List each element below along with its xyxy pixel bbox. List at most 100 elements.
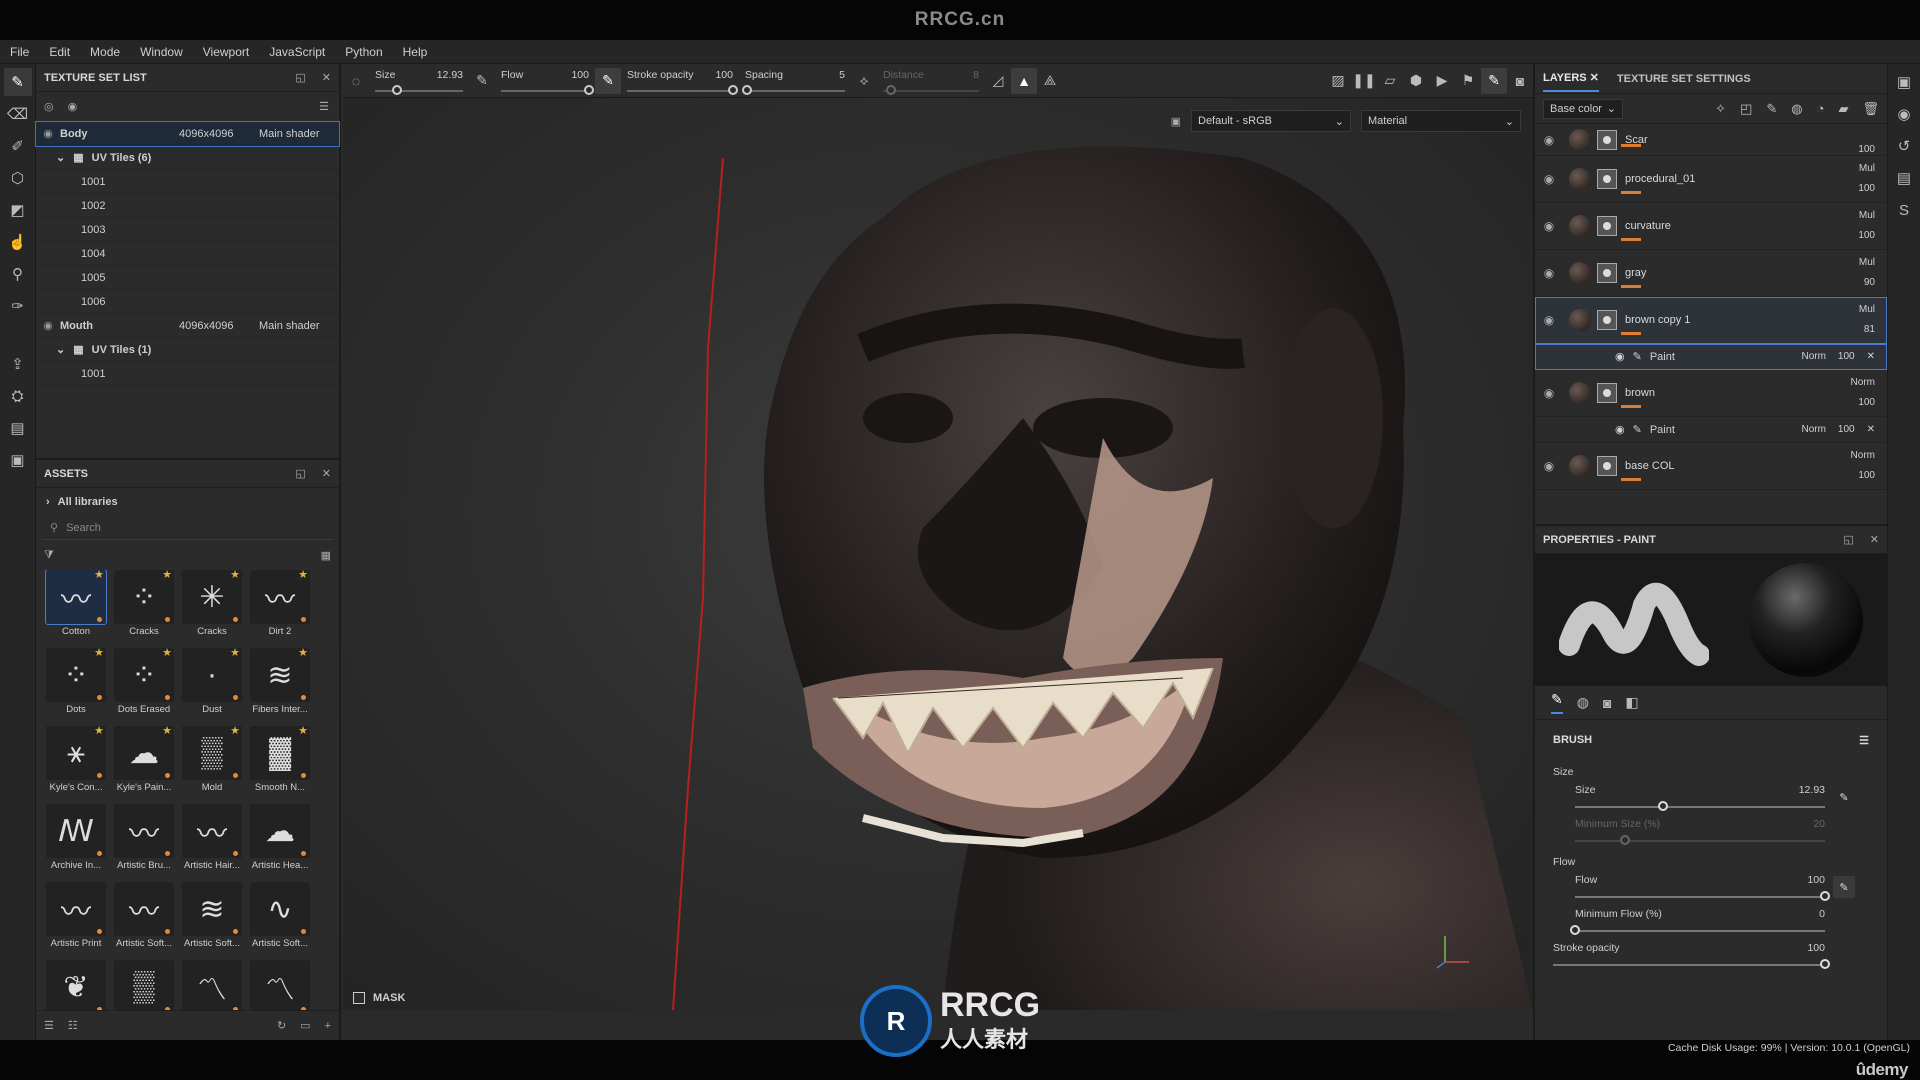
brush-shape-icon[interactable]: ◌ xyxy=(343,68,369,94)
menu-help[interactable]: Help xyxy=(403,45,428,59)
sublayer-row[interactable]: ◉ ✎ Paint Norm 100 ✕ xyxy=(1535,344,1887,370)
menu-edit[interactable]: Edit xyxy=(49,45,70,59)
pen-pressure-icon[interactable]: ✎ xyxy=(469,68,495,94)
menu-window[interactable]: Window xyxy=(140,45,183,59)
close-panel-icon[interactable]: ✕ xyxy=(322,71,331,84)
paint-mode-icon[interactable]: ✎ xyxy=(1481,67,1507,94)
iray-icon[interactable]: ⚑ xyxy=(1455,68,1481,94)
float-panel-icon[interactable]: ◱ xyxy=(295,71,305,84)
layer-blend[interactable]: Norm 100 xyxy=(1837,373,1887,413)
pen-pressure-icon[interactable]: ✎ xyxy=(1833,786,1855,808)
uv-tiles-group[interactable]: ⌄ ▦ UV Tiles (1) xyxy=(36,338,339,362)
pause-icon[interactable]: ❚❚ xyxy=(1351,68,1377,94)
layer-opacity[interactable]: 90 xyxy=(1864,277,1875,288)
camera-3d-icon[interactable]: ⬢ xyxy=(1403,68,1429,94)
asset-item[interactable]: 〰 Artistic Print xyxy=(42,882,110,950)
add-icon[interactable]: + xyxy=(325,1020,331,1032)
presets-icon[interactable]: ☰ xyxy=(1859,734,1869,747)
slider-knob[interactable] xyxy=(584,85,594,95)
layer-blend-mode[interactable]: Norm xyxy=(1851,450,1875,461)
add-effect-icon[interactable]: ✧ xyxy=(1715,101,1726,117)
prop-size-slider[interactable]: Size 12.93 ✎ xyxy=(1553,784,1869,811)
prop-stroke-opacity-slider[interactable]: Stroke opacity 100 xyxy=(1553,942,1869,969)
layer-blend-mode[interactable]: Mul xyxy=(1859,163,1875,174)
add-group-icon[interactable]: ◔ xyxy=(1817,101,1825,117)
slider-knob[interactable] xyxy=(392,85,402,95)
slider-knob[interactable] xyxy=(728,85,738,95)
asset-item[interactable]: ⚹ ★ Kyle's Con... xyxy=(42,725,110,794)
alpha-tab-icon[interactable]: ◍ xyxy=(1577,694,1589,711)
display-settings-icon[interactable]: ⛭ xyxy=(4,382,32,410)
eye-icon[interactable]: ◉ xyxy=(1615,423,1625,436)
asset-item[interactable]: 〽 xyxy=(178,960,246,1010)
asset-item[interactable]: ▒ xyxy=(110,960,178,1010)
layer-row[interactable]: ◉ brown Norm 100 xyxy=(1535,370,1887,417)
layer-row[interactable]: ◉ curvature Mul 100 xyxy=(1535,203,1887,250)
sublayer-blend[interactable]: Norm xyxy=(1801,424,1825,435)
sublayer-row[interactable]: ◉ ✎ Paint Norm 100 ✕ xyxy=(1535,417,1887,443)
uv-tile[interactable]: 1003 xyxy=(36,218,339,242)
layer-blend-mode[interactable]: Mul xyxy=(1859,210,1875,221)
screenshot-icon[interactable]: ◙ xyxy=(1507,68,1533,94)
layer-row[interactable]: ◉ brown copy 1 Mul 81 xyxy=(1535,297,1887,344)
layer-opacity[interactable]: 100 xyxy=(1858,397,1875,408)
prop-min-flow-slider[interactable]: Minimum Flow (%) 0 xyxy=(1553,908,1869,935)
uv-tile[interactable]: 1002 xyxy=(36,194,339,218)
asset-item[interactable]: ▓ ★ Smooth N... xyxy=(246,725,314,794)
filter-icon[interactable]: ⧩ xyxy=(44,549,54,562)
menu-mode[interactable]: Mode xyxy=(90,45,120,59)
add-paint-layer-icon[interactable]: ✎ xyxy=(1766,101,1777,117)
tab-texture-set-settings[interactable]: TEXTURE SET SETTINGS xyxy=(1617,73,1751,85)
eye-all-icon[interactable]: ◉ xyxy=(68,100,78,113)
layer-blend[interactable]: Mul 81 xyxy=(1837,300,1887,340)
layer-mask-icon[interactable] xyxy=(1597,129,1617,150)
material-tab-icon[interactable]: ◧ xyxy=(1625,694,1638,711)
refresh-icon[interactable]: ↻ xyxy=(277,1019,286,1032)
eye-icon[interactable]: ◉ xyxy=(1535,266,1563,280)
camera-2d-icon[interactable]: ▱ xyxy=(1377,68,1403,94)
layer-mask-icon[interactable] xyxy=(1597,169,1617,189)
asset-item[interactable]: ❦ xyxy=(42,960,110,1010)
layer-opacity[interactable]: 100 xyxy=(1858,230,1875,241)
display-icon[interactable]: ◉ xyxy=(1890,100,1918,128)
asset-item[interactable]: 〰 Artistic Soft... xyxy=(110,882,178,950)
layer-opacity[interactable]: 81 xyxy=(1864,324,1875,335)
eye-icon[interactable]: ◉ xyxy=(36,127,60,140)
uv-tile[interactable]: 1001 xyxy=(36,362,339,386)
layer-blend[interactable]: Mul 100 xyxy=(1837,159,1887,199)
menu-viewport[interactable]: Viewport xyxy=(203,45,249,59)
texture-set-shader[interactable]: Main shader xyxy=(259,320,339,332)
pen-pressure-flow-icon[interactable]: ✎ xyxy=(595,67,621,94)
details-view-icon[interactable]: ☷ xyxy=(68,1019,78,1032)
geometry-fill-icon[interactable]: ⬡ xyxy=(4,164,32,192)
viewport-mode-select[interactable]: Material ⌄ xyxy=(1361,110,1521,132)
tab-layers[interactable]: LAYERS ✕ xyxy=(1543,65,1599,92)
colorspace-select[interactable]: Default - sRGB ⌄ xyxy=(1191,110,1351,132)
close-panel-icon[interactable]: ✕ xyxy=(1870,533,1879,546)
eye-icon[interactable]: ◉ xyxy=(1535,386,1563,400)
texture-set-resolution[interactable]: 4096x4096 xyxy=(179,320,259,332)
slider-knob[interactable] xyxy=(742,85,752,95)
close-tab-icon[interactable]: ✕ xyxy=(1590,72,1599,84)
spacing-slider[interactable]: Spacing 5 xyxy=(739,64,851,98)
eye-icon[interactable]: ◉ xyxy=(1615,350,1625,363)
slider-knob[interactable] xyxy=(1820,959,1830,969)
asset-item[interactable]: 〰 ★ Dirt 2 xyxy=(246,570,314,638)
layer-blend-mode[interactable]: Norm xyxy=(1851,377,1875,388)
uv-tile[interactable]: 1006 xyxy=(36,290,339,314)
new-folder-icon[interactable]: ▭ xyxy=(300,1019,310,1032)
stroke-opacity-slider[interactable]: Stroke opacity 100 xyxy=(621,64,739,98)
float-panel-icon[interactable]: ◱ xyxy=(1843,533,1853,546)
texture-set-shader[interactable]: Main shader xyxy=(259,128,339,140)
slider-knob[interactable] xyxy=(1820,891,1830,901)
sublayer-opacity[interactable]: 100 xyxy=(1838,424,1855,435)
shader-settings-icon[interactable]: ▤ xyxy=(4,414,32,442)
layer-opacity[interactable]: 100 xyxy=(1858,183,1875,194)
log-icon[interactable]: ▤ xyxy=(1890,164,1918,192)
slider-knob[interactable] xyxy=(1570,925,1580,935)
history-icon[interactable]: ↺ xyxy=(1890,132,1918,160)
symmetry-icon[interactable]: ▲ xyxy=(1011,67,1037,94)
video-camera-icon[interactable]: ▶ xyxy=(1429,68,1455,94)
menu-javascript[interactable]: JavaScript xyxy=(269,45,325,59)
eye-icon[interactable]: ◉ xyxy=(1535,133,1563,147)
